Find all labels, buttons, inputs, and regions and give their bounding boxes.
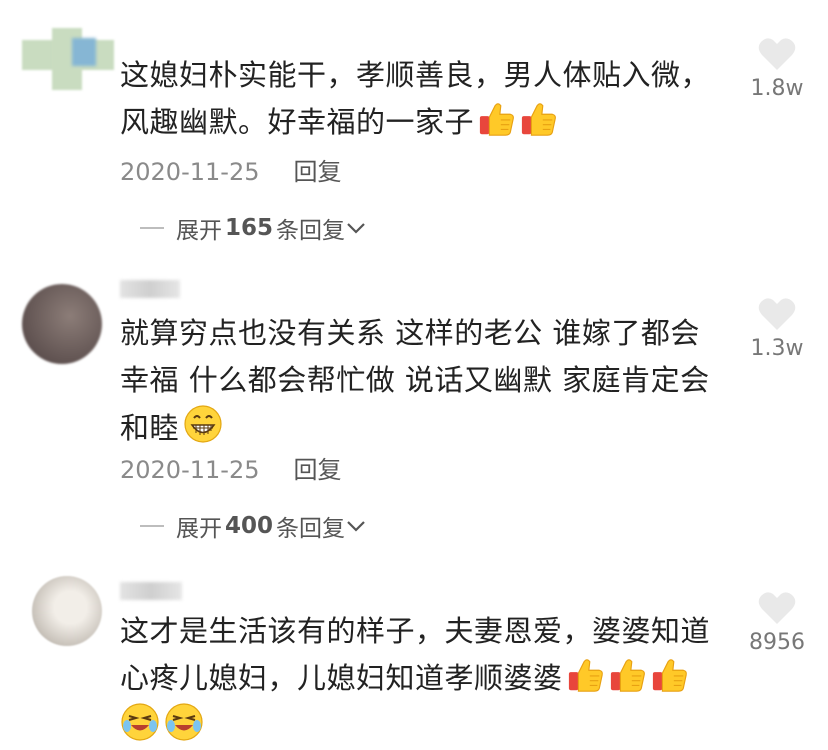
avatar[interactable] bbox=[32, 576, 102, 646]
wink-laugh-icon bbox=[164, 702, 204, 742]
thumbs-up-icon bbox=[478, 100, 516, 138]
comment-date: 2020-11-25 bbox=[120, 456, 260, 484]
thumbs-up-icon bbox=[567, 656, 605, 694]
chevron-down-icon bbox=[347, 521, 365, 532]
like-button[interactable]: 1.8w bbox=[742, 36, 812, 101]
heart-icon bbox=[757, 36, 797, 72]
username[interactable] bbox=[120, 280, 180, 298]
avatar[interactable] bbox=[22, 28, 114, 90]
thumbs-up-icon bbox=[651, 656, 689, 694]
thumbs-up-icon bbox=[609, 656, 647, 694]
comment-meta: 2020-11-25 回复 bbox=[120, 450, 341, 485]
comment-item: 这媳妇朴实能干，孝顺善良，男人体贴入微， 风趣幽默。好幸福的一家子 2020-1… bbox=[0, 0, 828, 260]
thumbs-up-icon bbox=[520, 100, 558, 138]
wink-laugh-icon bbox=[120, 702, 160, 742]
expand-replies-button[interactable]: 展开 400 条回复 bbox=[140, 509, 367, 543]
grin-icon bbox=[183, 404, 223, 444]
comment-meta: 2020-11-25 回复 bbox=[120, 152, 341, 187]
reply-button[interactable]: 回复 bbox=[293, 158, 341, 186]
comment-item: 这才是生活该有的样子，夫妻恩爱，婆婆知道 心疼儿媳妇，儿媳妇知道孝顺婆婆 895… bbox=[0, 560, 828, 736]
heart-icon bbox=[757, 296, 797, 332]
divider bbox=[140, 525, 164, 527]
comment-date: 2020-11-25 bbox=[120, 158, 260, 186]
comment-text: 这才是生活该有的样子，夫妻恩爱，婆婆知道 心疼儿媳妇，儿媳妇知道孝顺婆婆 bbox=[120, 608, 720, 750]
avatar[interactable] bbox=[22, 284, 102, 364]
username[interactable] bbox=[120, 582, 182, 600]
like-button[interactable]: 1.3w bbox=[742, 296, 812, 361]
comment-item: 就算穷点也没有关系 这样的老公 谁嫁了都会 幸福 什么都会帮忙做 说话又幽默 家… bbox=[0, 260, 828, 560]
expand-replies-button[interactable]: 展开 165 条回复 bbox=[140, 211, 367, 245]
divider bbox=[140, 227, 164, 229]
like-count: 1.8w bbox=[750, 76, 804, 101]
heart-icon bbox=[757, 590, 797, 626]
like-button[interactable]: 8956 bbox=[742, 590, 812, 655]
like-count: 1.3w bbox=[750, 336, 804, 361]
reply-button[interactable]: 回复 bbox=[293, 456, 341, 484]
comment-text: 就算穷点也没有关系 这样的老公 谁嫁了都会 幸福 什么都会帮忙做 说话又幽默 家… bbox=[120, 316, 710, 445]
like-count: 8956 bbox=[749, 630, 805, 655]
chevron-down-icon bbox=[347, 223, 365, 234]
comment-text: 这媳妇朴实能干，孝顺善良，男人体贴入微， 风趣幽默。好幸福的一家子 bbox=[120, 58, 711, 139]
